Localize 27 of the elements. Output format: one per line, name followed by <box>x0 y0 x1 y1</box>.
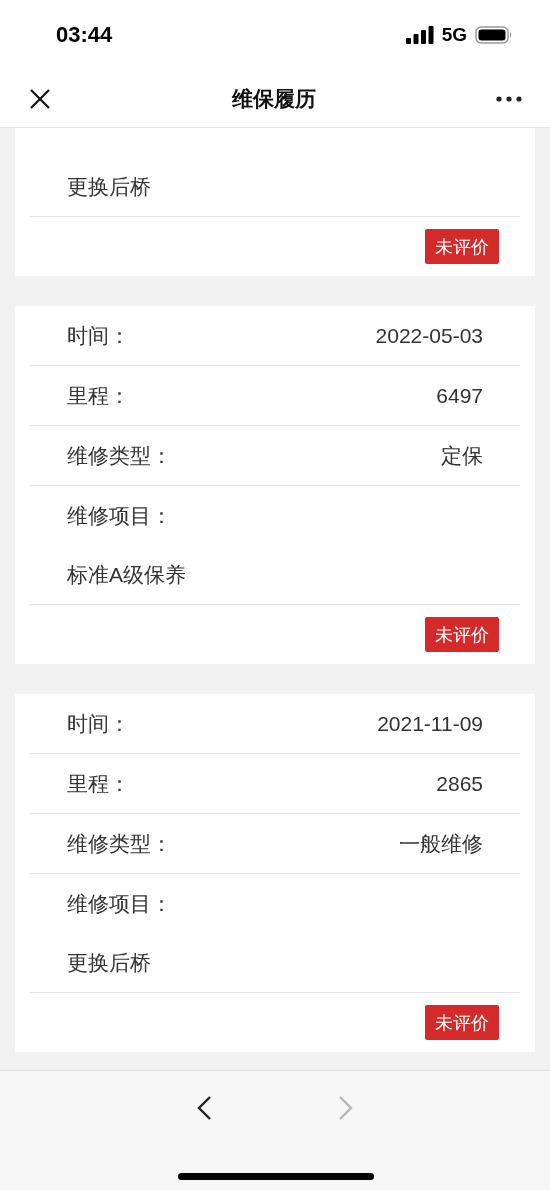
field-label: 里程： <box>67 382 130 409</box>
rating-button[interactable]: 未评价 <box>425 229 499 264</box>
close-icon[interactable] <box>29 87 51 110</box>
field-value: 定保 <box>441 442 483 469</box>
field-label: 维修项目： <box>67 890 172 917</box>
field-value: 一般维修 <box>399 830 483 857</box>
field-label: 时间： <box>67 710 130 737</box>
field-value: 2865 <box>436 771 483 796</box>
network-label: 5G <box>441 24 467 46</box>
battery-icon <box>475 26 513 44</box>
field-label: 里程： <box>67 770 130 797</box>
field-label: 时间： <box>67 322 130 349</box>
field-value: 2022-05-03 <box>375 323 483 348</box>
rating-button[interactable]: 未评价 <box>425 1005 499 1040</box>
field-label: 维修项目： <box>67 502 172 529</box>
status-time: 03:44 <box>56 22 113 48</box>
field-label: 维修类型： <box>67 830 172 857</box>
field-value: 标准A级保养 <box>67 561 186 588</box>
more-icon[interactable] <box>496 95 522 102</box>
rating-button[interactable]: 未评价 <box>425 617 499 652</box>
field-value: 更换后桥 <box>67 173 151 200</box>
page-title: 维保履历 <box>231 85 316 112</box>
field-value: 更换后桥 <box>67 949 151 976</box>
field-value: 2021-11-09 <box>377 711 483 736</box>
signal-icon <box>405 26 434 44</box>
field-value: 6497 <box>436 383 483 408</box>
field-label: 维修类型： <box>67 442 172 469</box>
